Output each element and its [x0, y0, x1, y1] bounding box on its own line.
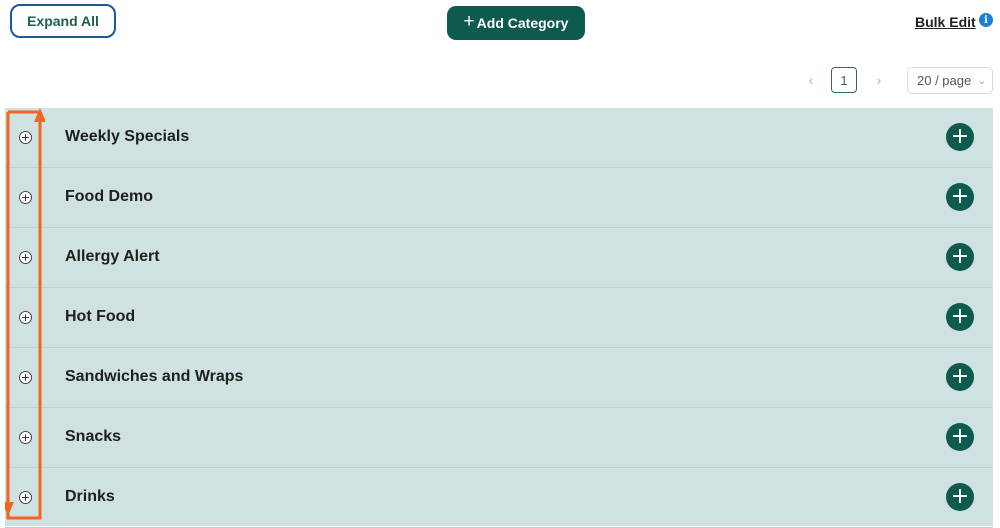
category-name: Sandwiches and Wraps: [65, 368, 244, 385]
expand-row-icon[interactable]: +: [19, 431, 32, 444]
category-row[interactable]: + Food Demo +: [5, 168, 993, 228]
page-size-select[interactable]: 20 / page ⌄: [907, 67, 993, 94]
category-list: + Weekly Specials + + Food Demo + + Allergy Ale…: [5, 108, 993, 528]
info-icon[interactable]: i: [979, 13, 993, 27]
category-name: Snacks: [65, 428, 122, 445]
add-item-button[interactable]: +: [946, 303, 974, 331]
bulk-edit-link[interactable]: Bulk Edit: [915, 14, 976, 30]
category-name: Allergy Alert: [65, 248, 160, 265]
add-category-button[interactable]: + Add Category: [447, 6, 585, 40]
category-row[interactable]: + Hot Food +: [5, 288, 993, 348]
category-name: Weekly Specials: [65, 128, 190, 145]
add-item-button[interactable]: +: [946, 123, 974, 151]
pagination-prev-button[interactable]: ‹: [801, 68, 821, 92]
category-row[interactable]: + Allergy Alert +: [5, 228, 993, 288]
page-size-value: 20 / page: [917, 73, 972, 88]
add-item-button[interactable]: +: [946, 423, 974, 451]
category-name: Hot Food: [65, 308, 136, 325]
add-item-button[interactable]: +: [946, 183, 974, 211]
category-name: Food Demo: [65, 188, 153, 205]
expand-row-icon[interactable]: +: [19, 311, 32, 324]
category-row[interactable]: + Sandwiches and Wraps +: [5, 348, 993, 408]
expand-all-button[interactable]: Expand All: [10, 4, 116, 38]
category-row[interactable]: + Weekly Specials +: [5, 108, 993, 168]
add-category-label: Add Category: [476, 15, 569, 31]
expand-row-icon[interactable]: +: [19, 251, 32, 264]
expand-row-icon[interactable]: +: [19, 131, 32, 144]
pagination-page-1[interactable]: 1: [831, 67, 857, 93]
chevron-down-icon: ⌄: [977, 75, 987, 87]
add-item-button[interactable]: +: [946, 363, 974, 391]
expand-row-icon[interactable]: +: [19, 191, 32, 204]
add-item-button[interactable]: +: [946, 243, 974, 271]
category-row[interactable]: + Snacks +: [5, 408, 993, 468]
category-name: Drinks: [65, 488, 115, 505]
category-row[interactable]: + Drinks +: [5, 468, 993, 528]
add-item-button[interactable]: +: [946, 483, 974, 511]
pagination-next-button[interactable]: ›: [869, 68, 889, 92]
plus-icon: +: [463, 11, 475, 32]
expand-row-icon[interactable]: +: [19, 491, 32, 504]
expand-row-icon[interactable]: +: [19, 371, 32, 384]
